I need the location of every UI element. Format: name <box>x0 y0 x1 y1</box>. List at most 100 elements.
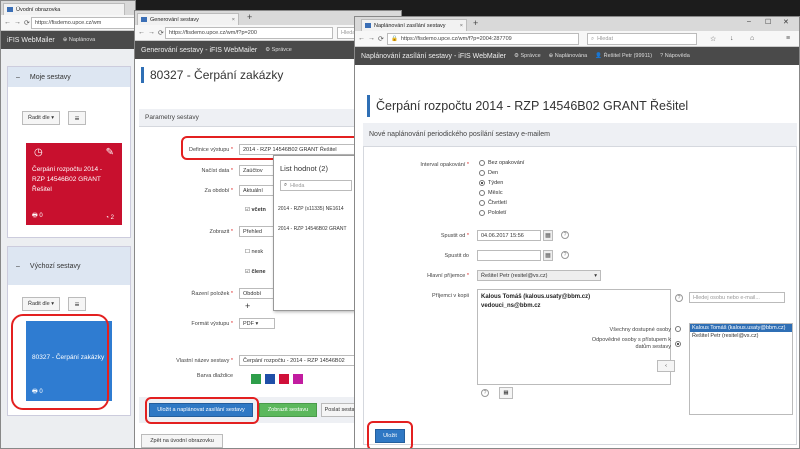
table-icon[interactable]: ▦ <box>499 387 513 399</box>
popup-search-input[interactable]: ⌕ Hleda <box>280 180 352 191</box>
nav-item-help[interactable]: ? Nápověda <box>660 53 690 59</box>
definice-select[interactable]: 2014 - RZP 14546B02 GRANT Řešitel <box>239 144 369 155</box>
color-swatch-magenta[interactable] <box>293 374 303 384</box>
help-icon[interactable]: ? <box>561 251 569 259</box>
downloads-icon[interactable]: ↓ <box>730 35 734 42</box>
reload-icon[interactable]: ⟳ <box>158 29 164 37</box>
label-format: Formát výstupu * <box>191 321 233 327</box>
color-swatch-red[interactable] <box>279 374 289 384</box>
label-cc: Příjemci v kopii <box>432 293 469 299</box>
tab-schedule[interactable]: Naplánování zasílání sestavy × <box>361 19 467 31</box>
za-obdobi-select[interactable]: Aktuální <box>239 185 275 196</box>
help-icon[interactable]: ? <box>481 389 489 397</box>
calendar-icon[interactable]: ▦ <box>543 230 553 241</box>
nav-item-scheduled[interactable]: ⊕ Naplánova <box>63 37 95 43</box>
maximize-icon[interactable]: ☐ <box>765 18 771 26</box>
back-icon[interactable]: ← <box>4 19 11 26</box>
save-and-schedule-button[interactable]: Uložit a naplánovat zasílání sestavy <box>149 403 253 417</box>
collapse-icon[interactable]: – <box>16 263 20 270</box>
brand[interactable]: Naplánování zasílání sestavy - iFIS WebM… <box>361 53 506 60</box>
color-swatch-blue[interactable] <box>265 374 275 384</box>
save-button[interactable]: Uložit <box>375 429 405 443</box>
search-placeholder: Hledat <box>597 36 613 42</box>
close-icon[interactable]: × <box>454 23 463 29</box>
forward-icon[interactable]: → <box>368 35 375 42</box>
home-icon[interactable]: ⌂ <box>750 35 754 42</box>
reload-icon[interactable]: ⟳ <box>378 35 384 43</box>
main-recipient-select[interactable]: Řešitel Petr (resitel@vs.cz) ▾ <box>477 270 601 281</box>
reload-icon[interactable]: ⟳ <box>24 19 30 27</box>
search-person-input[interactable]: Hledej osobu nebo e-mail... <box>689 292 785 303</box>
interval-option[interactable]: Měsíc <box>479 190 503 196</box>
access-all-radio[interactable] <box>675 326 684 332</box>
end-date-input[interactable] <box>477 250 541 261</box>
new-tab-icon[interactable]: + <box>247 12 252 22</box>
search-field[interactable]: ⌕ Hledat <box>587 33 697 45</box>
move-left-button[interactable]: ‹ <box>657 360 675 372</box>
close-icon[interactable]: × <box>226 17 235 23</box>
back-icon[interactable]: ← <box>138 29 145 36</box>
popup-item[interactable]: 2014 - RZP 14546B02 GRANT <box>278 226 354 232</box>
tab-generate[interactable]: Generování sestavy × <box>137 13 239 25</box>
minimize-icon[interactable]: – <box>747 18 751 25</box>
nacist-select[interactable]: Zaúčtov <box>239 165 275 176</box>
label-definice: Definice výstupu * <box>188 147 233 153</box>
nav-item-user[interactable]: 👤 Řešitel Petr (99911) <box>595 53 652 59</box>
interval-option[interactable]: Den <box>479 170 498 176</box>
interval-option[interactable]: Bez opakování <box>479 160 524 166</box>
cleneni-checkbox[interactable]: ☑ člene <box>245 269 266 275</box>
show-report-button[interactable]: Zobrazit sestavu <box>259 403 317 417</box>
collapse-icon[interactable]: – <box>16 74 20 81</box>
menu-icon[interactable]: ≡ <box>786 35 790 42</box>
edit-icon[interactable]: ✎ <box>106 147 114 158</box>
interval-option[interactable]: Čtvrtletí <box>479 200 507 206</box>
my-reports-header[interactable]: – Moje sestavy <box>8 67 130 87</box>
url-field[interactable]: https://fisdemo.upce.cz/wm <box>31 17 135 29</box>
popup-item[interactable]: 2014 - RZP (s11335) NE1614 <box>278 206 354 212</box>
brand[interactable]: iFIS WebMailer <box>7 37 55 44</box>
url-field[interactable]: https://fisdemo.upce.cz/wm/f?p=200 <box>165 27 333 39</box>
person-list-item[interactable]: Řešitel Petr (resitel@vs.cz) <box>690 332 792 340</box>
calendar-icon[interactable]: ▦ <box>543 250 553 261</box>
razeni-select[interactable]: Období <box>239 288 275 299</box>
sort-dropdown[interactable]: Řadit dle ▾ <box>22 111 60 125</box>
help-icon[interactable]: ? <box>675 294 683 302</box>
nav-item-admin[interactable]: ⚙ Správce <box>265 47 292 53</box>
report-card-default[interactable]: 80327 - Čerpání zakázky 🖶 0 <box>26 321 112 401</box>
add-icon[interactable]: + <box>245 301 250 311</box>
menu-icon[interactable]: ≡ <box>68 297 86 311</box>
back-icon[interactable]: ← <box>358 35 365 42</box>
zobrazit-select[interactable]: Přehled <box>239 226 275 237</box>
interval-option[interactable]: Pololetí <box>479 210 506 216</box>
menu-icon[interactable]: ≡ <box>68 111 86 125</box>
back-home-button[interactable]: Zpět na úvodní obrazovku <box>141 434 223 448</box>
forward-icon[interactable]: → <box>14 19 21 26</box>
nav-item-scheduled[interactable]: ⊕ Naplánována <box>549 53 588 59</box>
url-field[interactable]: 🔒 https://fisdemo.upce.cz/wm/f?p=2004:28… <box>387 33 579 45</box>
favicon-icon <box>141 17 147 22</box>
help-icon[interactable]: ? <box>561 231 569 239</box>
title-accent <box>367 95 370 117</box>
sort-dropdown[interactable]: Řadit dle ▾ <box>22 297 60 311</box>
brand[interactable]: Generování sestavy - iFIS WebMailer <box>141 47 257 54</box>
report-card-my[interactable]: ◷ ✎ Čerpání rozpočtu 2014 - RZP 14546B02… <box>26 143 122 225</box>
browser-window-home: Úvodní obrazovka ← → ⟳ https://fisdemo.u… <box>0 0 136 449</box>
bookmark-icon[interactable]: ☆ <box>710 35 716 43</box>
card-title: Čerpání rozpočtu 2014 - RZP 14546B02 GRA… <box>32 166 103 193</box>
forward-icon[interactable]: → <box>148 29 155 36</box>
person-list[interactable]: Kalous Tomáš (kalous.usaty@bbm.cz) Řešit… <box>689 323 793 415</box>
tab-home[interactable]: Úvodní obrazovka <box>3 3 125 15</box>
interval-option[interactable]: Týden <box>479 180 503 186</box>
vlastni-nazev-input[interactable]: Čerpání rozpočtu - 2014 - RZP 14546B02 <box>239 355 355 366</box>
start-date-input[interactable]: 04.06.2017 15:56 <box>477 230 541 241</box>
new-tab-icon[interactable]: + <box>473 18 478 28</box>
window-close-icon[interactable]: ✕ <box>783 18 789 26</box>
color-swatch-green[interactable] <box>251 374 261 384</box>
person-list-item-selected[interactable]: Kalous Tomáš (kalous.usaty@bbm.cz) <box>690 324 792 332</box>
vcetne-checkbox[interactable]: ☑ včetn <box>245 207 266 213</box>
access-rights-radio[interactable] <box>675 341 684 347</box>
format-select[interactable]: PDF ▾ <box>239 318 275 329</box>
default-reports-header[interactable]: – Výchozí sestavy <box>8 247 130 285</box>
nav-item-admin[interactable]: ⚙ Správce <box>514 53 541 59</box>
nesk-checkbox[interactable]: ☐ nesk <box>245 249 263 255</box>
